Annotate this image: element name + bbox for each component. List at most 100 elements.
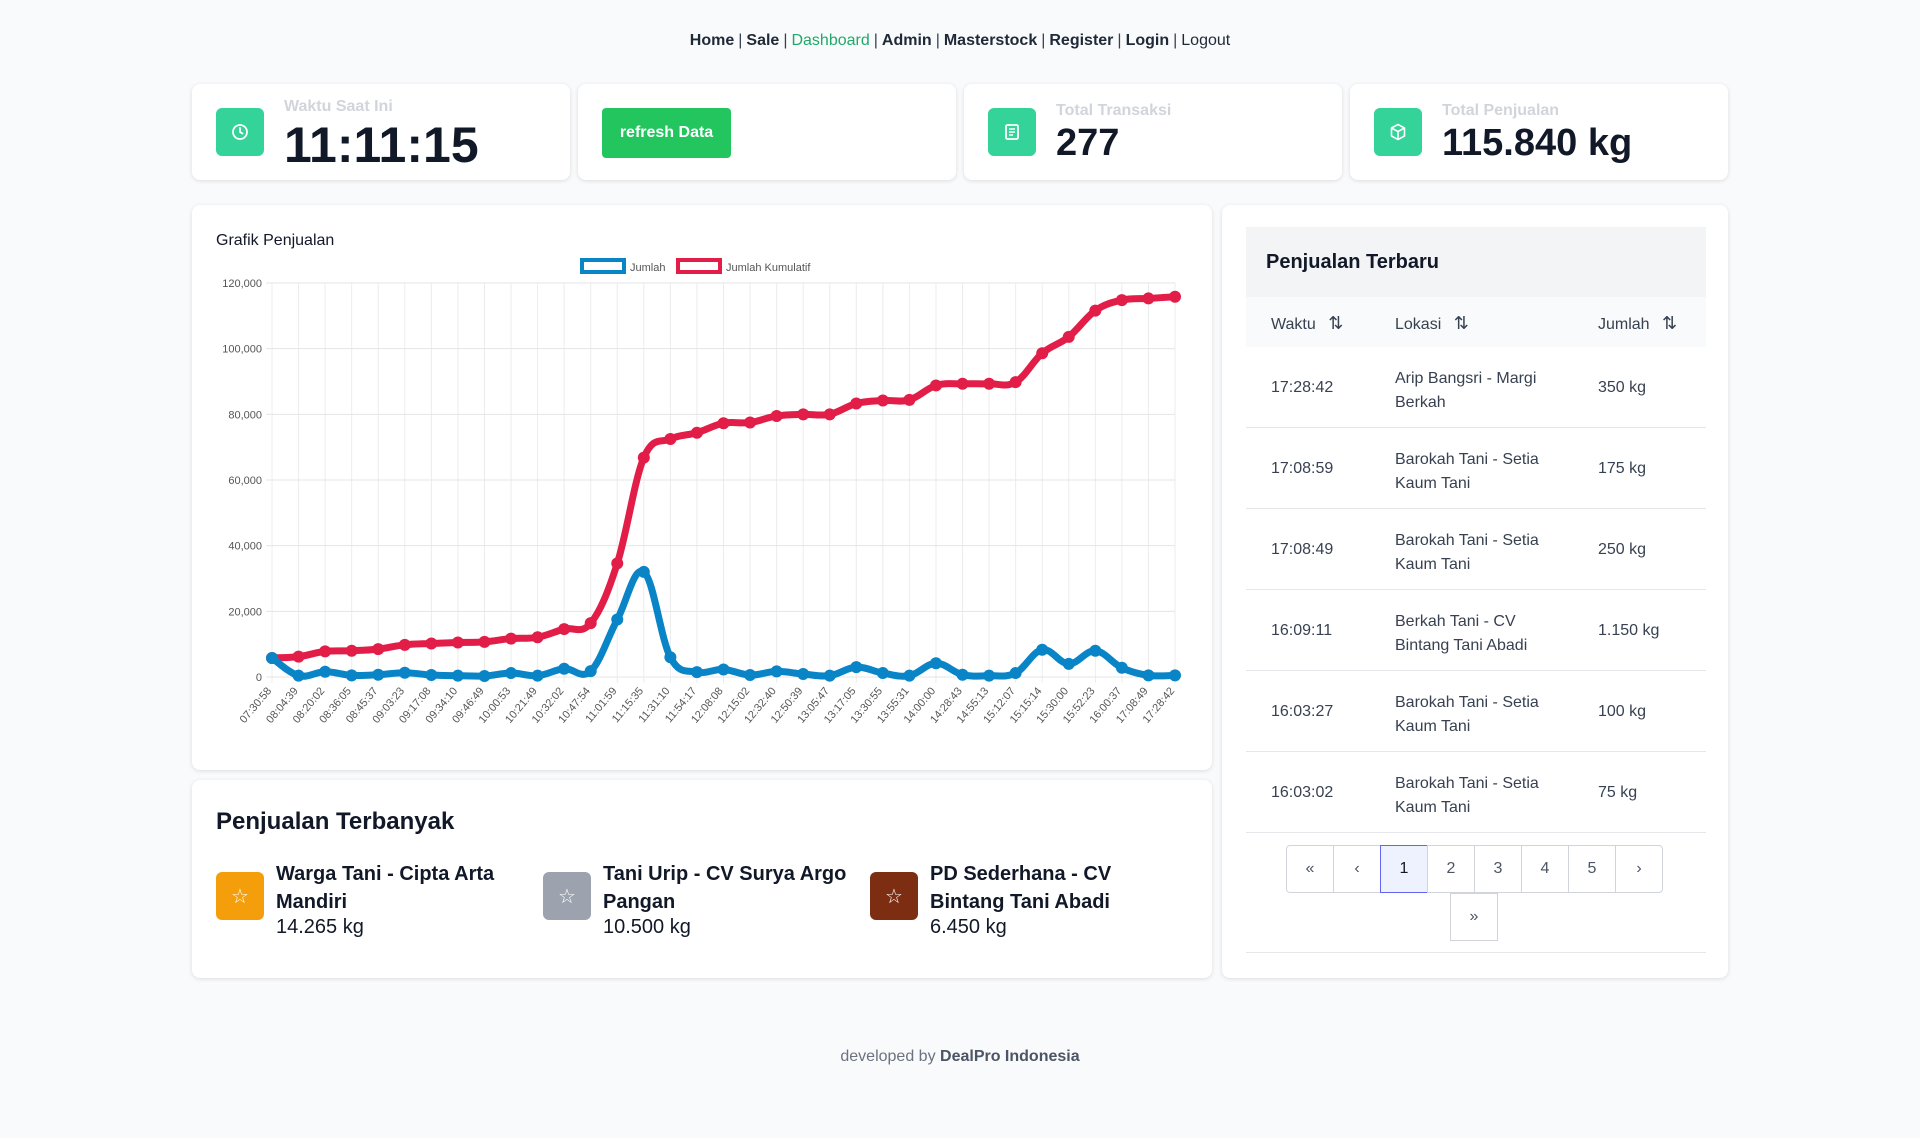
- nav-sale[interactable]: Sale: [746, 32, 779, 49]
- data-point: [1142, 669, 1155, 682]
- data-point: [531, 631, 544, 644]
- row-qty: 100 kg: [1598, 703, 1647, 720]
- nav-admin[interactable]: Admin: [882, 32, 932, 49]
- data-point: [744, 669, 757, 682]
- sort-icon: ⇅: [1662, 313, 1678, 333]
- data-point: [319, 645, 332, 658]
- top-sales-name: Tani Urip - CV Surya Argo Pangan: [603, 863, 847, 913]
- data-point: [1062, 330, 1075, 343]
- row-time: 16:09:11: [1271, 622, 1333, 639]
- page-2-button[interactable]: 2: [1427, 845, 1475, 893]
- data-point: [451, 636, 464, 649]
- data-point: [584, 665, 597, 678]
- y-tick-label: 20,000: [228, 606, 262, 618]
- data-point: [266, 651, 278, 664]
- data-point: [584, 617, 597, 630]
- data-point: [478, 670, 491, 683]
- row-qty: 350 kg: [1598, 379, 1647, 396]
- page-1-button[interactable]: 1: [1380, 845, 1428, 893]
- data-point: [478, 635, 491, 648]
- col-jumlah[interactable]: Jumlah ⇅: [1598, 313, 1677, 334]
- nav-login[interactable]: Login: [1126, 32, 1170, 49]
- top-sales-qty: 6.450 kg: [930, 916, 1007, 938]
- table-row: 16:03:02 Barokah Tani - Setia Kaum Tani …: [1246, 752, 1706, 833]
- data-point: [1036, 347, 1049, 360]
- data-point: [664, 651, 677, 664]
- row-location: Barokah Tani - Setia Kaum Tani: [1395, 694, 1539, 735]
- row-location: Barokah Tani - Setia Kaum Tani: [1395, 775, 1539, 816]
- last-page-button[interactable]: »: [1450, 893, 1498, 941]
- row-location: Arip Bangsri - Margi Berkah: [1395, 370, 1537, 411]
- nav-logout[interactable]: Logout: [1181, 32, 1230, 49]
- sales-value: 115.840 kg: [1442, 122, 1633, 164]
- data-point: [1089, 644, 1102, 657]
- y-tick-label: 80,000: [228, 409, 262, 421]
- refresh-data-button[interactable]: refresh Data: [602, 108, 731, 158]
- data-point: [611, 557, 624, 570]
- refresh-card: refresh Data: [578, 84, 956, 180]
- y-tick-label: 120,000: [222, 278, 262, 290]
- recent-sales-card: Penjualan Terbaru Waktu ⇅ Lokasi ⇅ Jumla…: [1222, 205, 1728, 978]
- data-point: [983, 669, 996, 682]
- top-sales-card: Penjualan Terbanyak ☆ Warga Tani - Cipta…: [192, 780, 1212, 978]
- divider: [1246, 952, 1706, 953]
- nav-home[interactable]: Home: [690, 32, 734, 49]
- prev-page-button[interactable]: ‹: [1333, 845, 1381, 893]
- data-point: [505, 632, 518, 645]
- data-point: [292, 669, 305, 682]
- row-location: Berkah Tani - CV Bintang Tani Abadi: [1395, 613, 1528, 654]
- first-page-button[interactable]: «: [1286, 845, 1334, 893]
- clock-label: Waktu Saat Ini: [284, 98, 393, 115]
- y-tick-label: 60,000: [228, 475, 262, 487]
- data-point: [664, 432, 677, 445]
- data-point: [744, 416, 757, 429]
- data-point: [983, 377, 996, 390]
- row-time: 17:08:59: [1271, 460, 1334, 477]
- data-point: [319, 665, 332, 678]
- legend-label: Jumlah Kumulatif: [726, 262, 811, 274]
- double-chevron-left-icon: «: [1305, 860, 1315, 877]
- transactions-label: Total Transaksi: [1056, 102, 1172, 119]
- data-point: [558, 623, 571, 636]
- data-point: [690, 426, 703, 439]
- table-row: 17:08:59 Barokah Tani - Setia Kaum Tani …: [1246, 428, 1706, 509]
- data-point: [372, 643, 385, 656]
- data-point: [1062, 657, 1075, 670]
- transactions-card: Total Transaksi 277: [964, 84, 1342, 180]
- data-point: [690, 666, 703, 679]
- transactions-value: 277: [1056, 122, 1120, 164]
- data-point: [770, 409, 783, 422]
- data-point: [398, 638, 411, 651]
- col-lokasi[interactable]: Lokasi ⇅: [1395, 313, 1469, 334]
- data-point: [956, 668, 969, 681]
- row-qty: 1.150 kg: [1598, 622, 1660, 639]
- footer-brand[interactable]: DealPro Indonesia: [940, 1048, 1080, 1065]
- star-icon: ☆: [543, 872, 591, 920]
- data-point: [451, 669, 464, 682]
- data-point: [1089, 304, 1102, 317]
- data-point: [1036, 643, 1049, 656]
- data-point: [637, 565, 650, 578]
- data-point: [876, 394, 889, 407]
- nav-register[interactable]: Register: [1049, 32, 1113, 49]
- data-point: [531, 669, 544, 682]
- data-point: [929, 379, 942, 392]
- receipt-icon: [988, 108, 1036, 156]
- star-icon: ☆: [216, 872, 264, 920]
- row-location: Barokah Tani - Setia Kaum Tani: [1395, 451, 1539, 492]
- row-qty: 250 kg: [1598, 541, 1647, 558]
- top-sales-item: ☆ Warga Tani - Cipta Arta Mandiri 14.265…: [216, 860, 546, 950]
- next-page-button[interactable]: ›: [1615, 845, 1663, 893]
- recent-sales-title: Penjualan Terbaru: [1266, 251, 1440, 273]
- page-3-button[interactable]: 3: [1474, 845, 1522, 893]
- table-header-row: Waktu ⇅ Lokasi ⇅ Jumlah ⇅: [1246, 297, 1706, 347]
- col-waktu[interactable]: Waktu ⇅: [1271, 313, 1343, 334]
- data-point: [425, 669, 438, 682]
- data-point: [1115, 661, 1128, 674]
- page-4-button[interactable]: 4: [1521, 845, 1569, 893]
- nav-dashboard[interactable]: Dashboard: [791, 32, 869, 49]
- top-sales-name: PD Sederhana - CV Bintang Tani Abadi: [930, 863, 1112, 913]
- box-icon: [1374, 108, 1422, 156]
- page-5-button[interactable]: 5: [1568, 845, 1616, 893]
- nav-masterstock[interactable]: Masterstock: [944, 32, 1037, 49]
